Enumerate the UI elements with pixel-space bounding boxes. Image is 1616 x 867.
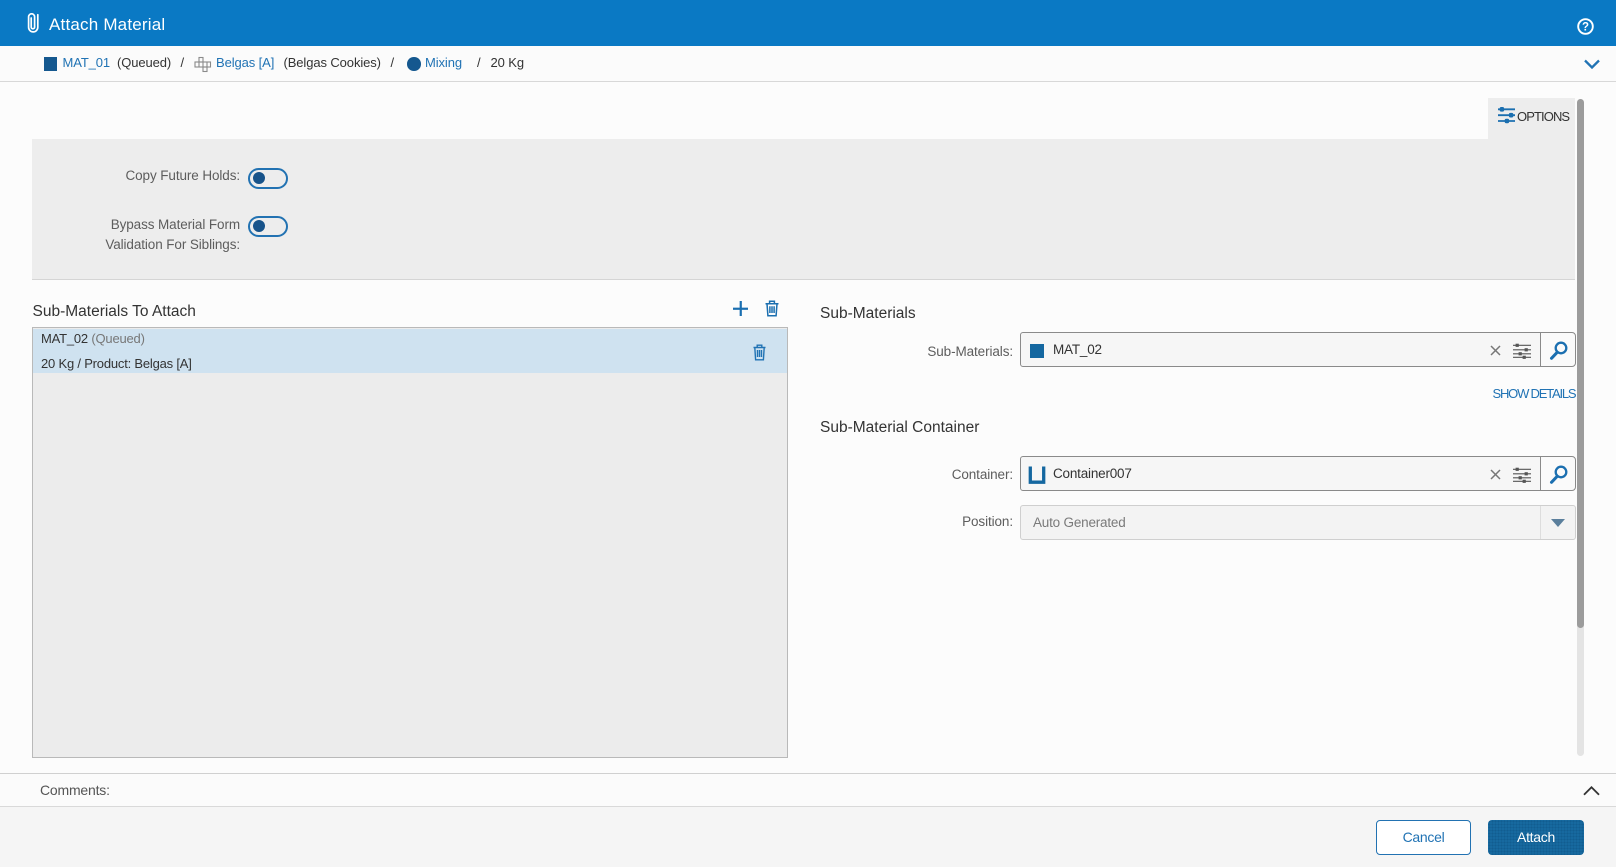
svg-text:?: ? [1582, 22, 1589, 34]
